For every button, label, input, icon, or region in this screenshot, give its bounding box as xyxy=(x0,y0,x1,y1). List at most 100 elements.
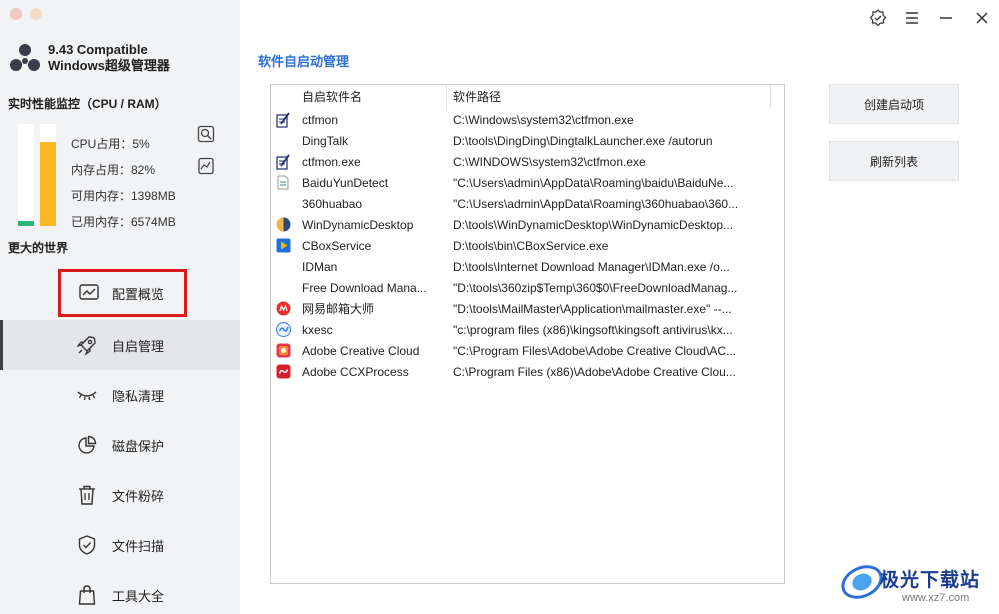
table-row[interactable]: BaiduYunDetect "C:\Users\admin\AppData\Ro… xyxy=(271,172,784,193)
app-logo-icon xyxy=(10,44,40,71)
table-row[interactable]: Free Download Mana... "D:\tools\360zip$Te… xyxy=(271,277,784,298)
empty-icon xyxy=(275,259,291,275)
table-row[interactable]: 360huabao "C:\Users\admin\AppData\Roaming… xyxy=(271,193,784,214)
column-header-name[interactable]: 自启软件名 xyxy=(271,85,446,109)
row-path: D:\tools\bin\CBoxService.exe xyxy=(453,238,609,253)
kingsoft-icon xyxy=(275,322,291,338)
row-name: IDMan xyxy=(302,259,338,274)
row-name: Adobe CCXProcess xyxy=(302,364,409,379)
brand-line-1: 9.43 Compatible xyxy=(48,42,148,57)
refresh-list-button[interactable]: 刷新列表 xyxy=(829,141,959,181)
adobe-cc-icon xyxy=(275,343,291,359)
startup-table: 自启软件名 软件路径 ctfmon C:\Windows\system32\ctf… xyxy=(270,84,785,584)
monitor-title: 实时性能监控（CPU / RAM） xyxy=(8,97,167,111)
brand-line-2: Windows超级管理器 xyxy=(48,58,170,73)
nav-item-scan[interactable]: 文件扫描 xyxy=(0,520,240,570)
minimize-icon[interactable] xyxy=(936,8,956,28)
nav-item-privacy[interactable]: 隐私清理 xyxy=(0,370,240,420)
table-row[interactable]: ctfmon C:\Windows\system32\ctfmon.exe xyxy=(271,109,784,130)
empty-icon xyxy=(275,133,291,149)
notepad-icon xyxy=(275,111,291,128)
shopping-bag-icon xyxy=(76,584,98,606)
nav-item-shred[interactable]: 文件粉碎 xyxy=(0,470,240,520)
minimize-window-dot[interactable] xyxy=(30,8,42,20)
table-row[interactable]: kxesc "c:\program files (x86)\kingsoft\ki… xyxy=(271,319,784,340)
memory-detail-icon[interactable] xyxy=(197,157,215,175)
cpu-usage-text: CPU占用：5% xyxy=(71,137,150,151)
notepad-icon xyxy=(275,153,291,170)
stats: CPU占用：5% 内存占用：82% 可用内存：1398MB 已用内存：6574M… xyxy=(71,131,176,235)
close-window-dot[interactable] xyxy=(10,8,22,20)
row-path: C:\Program Files (x86)\Adobe\Adobe Creat… xyxy=(453,364,736,379)
table-header: 自启软件名 软件路径 xyxy=(271,85,784,109)
memory-usage-text: 内存占用：82% xyxy=(71,163,156,177)
memory-bar xyxy=(40,124,56,226)
table-row[interactable]: WinDynamicDesktop D:\tools\WinDynamicDesk… xyxy=(271,214,784,235)
free-memory-text: 可用内存：1398MB xyxy=(71,189,176,203)
empty-icon xyxy=(275,280,291,296)
closed-eye-icon xyxy=(76,384,98,406)
cpu-bar-fill xyxy=(18,220,34,226)
row-name: Free Download Mana... xyxy=(302,280,427,295)
cbox-icon xyxy=(275,238,291,254)
row-path: D:\tools\WinDynamicDesktop\WinDynamicDes… xyxy=(453,217,734,232)
window-controls xyxy=(10,8,42,20)
trash-icon xyxy=(76,484,98,506)
row-path: "C:\Program Files\Adobe\Adobe Creative C… xyxy=(453,343,737,358)
nav-item-startup[interactable]: 自启管理 xyxy=(0,320,240,370)
watermark-url: www.xz7.com xyxy=(902,592,970,604)
nav-label-privacy: 隐私清理 xyxy=(112,388,165,404)
row-path: "C:\Users\admin\AppData\Roaming\360huaba… xyxy=(453,196,739,211)
nav-label-tools: 工具大全 xyxy=(112,588,165,604)
nav-label-startup: 自启管理 xyxy=(112,338,165,354)
windynamic-icon xyxy=(275,217,291,233)
row-name: 网易邮箱大师 xyxy=(302,302,375,316)
row-path: "D:\tools\MailMaster\Application\mailmas… xyxy=(453,301,732,316)
row-name: DingTalk xyxy=(302,133,349,148)
usage-bars xyxy=(18,124,56,226)
cpu-bar xyxy=(18,124,34,226)
shield-check-icon xyxy=(76,534,98,556)
menu-icon[interactable] xyxy=(902,8,922,28)
table-row[interactable]: CBoxService D:\tools\bin\CBoxService.exe xyxy=(271,235,784,256)
row-path: "D:\tools\360zip$Temp\360$0\FreeDownload… xyxy=(453,280,738,295)
row-name: 360huabao xyxy=(302,196,363,211)
table-body: ctfmon C:\Windows\system32\ctfmon.exe Ding… xyxy=(271,109,784,382)
row-name: BaiduYunDetect xyxy=(302,175,389,190)
row-name: WinDynamicDesktop xyxy=(302,217,414,232)
table-row[interactable]: Adobe Creative Cloud "C:\Program Files\Ad… xyxy=(271,340,784,361)
verified-badge-icon[interactable] xyxy=(868,8,888,28)
row-path: "c:\program files (x86)\kingsoft\kingsof… xyxy=(453,322,733,337)
used-memory-text: 已用内存：6574MB xyxy=(71,215,176,229)
row-path: C:\WINDOWS\system32\ctfmon.exe xyxy=(453,154,646,169)
row-name: CBoxService xyxy=(302,238,372,253)
highlight-box xyxy=(58,269,187,317)
row-path: C:\Windows\system32\ctfmon.exe xyxy=(453,112,634,127)
row-path: "C:\Users\admin\AppData\Roaming\baidu\Ba… xyxy=(453,175,734,190)
adobe-ccx-icon xyxy=(275,364,291,380)
sidebar: 9.43 Compatible Windows超级管理器 实时性能监控（CPU … xyxy=(0,0,240,614)
close-icon[interactable] xyxy=(972,8,992,28)
row-name: ctfmon xyxy=(302,112,339,127)
table-row[interactable]: DingTalk D:\tools\DingDing\DingtalkLaunch… xyxy=(271,130,784,151)
mailmaster-icon xyxy=(275,301,291,317)
row-name: kxesc xyxy=(302,322,333,337)
table-row[interactable]: ctfmon.exe C:\WINDOWS\system32\ctfmon.exe xyxy=(271,151,784,172)
nav-label-scan: 文件扫描 xyxy=(112,538,165,554)
create-startup-button[interactable]: 创建启动项 xyxy=(829,84,959,124)
row-path: D:\tools\Internet Download Manager\IDMan… xyxy=(453,259,730,274)
table-row[interactable]: Adobe CCXProcess C:\Program Files (x86)\A… xyxy=(271,361,784,382)
nav-item-tools[interactable]: 工具大全 xyxy=(0,570,240,614)
table-row[interactable]: 网易邮箱大师 "D:\tools\MailMaster\Application\m… xyxy=(271,298,784,319)
column-header-path[interactable]: 软件路径 xyxy=(446,85,771,109)
row-name: ctfmon.exe xyxy=(302,154,361,169)
nav-item-disk[interactable]: 磁盘保护 xyxy=(0,420,240,470)
pie-chart-icon xyxy=(76,434,98,456)
cpu-detail-icon[interactable] xyxy=(197,125,215,143)
page-title: 软件自启动管理 xyxy=(258,54,350,69)
table-row[interactable]: IDMan D:\tools\Internet Download Manager\… xyxy=(271,256,784,277)
memory-bar-fill xyxy=(40,142,56,226)
row-path: D:\tools\DingDing\DingtalkLauncher.exe /… xyxy=(453,133,713,148)
world-section-label: 更大的世界 xyxy=(8,241,69,255)
brand: 9.43 Compatible Windows超级管理器 xyxy=(8,41,170,75)
